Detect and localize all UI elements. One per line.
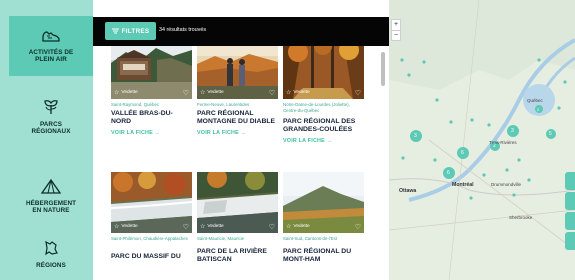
listing-card[interactable]: ☆ Vedette ♡ Saint-Sud, Cantons-de-l'Est P…	[283, 172, 364, 280]
hiking-shoe-icon	[42, 30, 60, 42]
tent-icon	[41, 178, 61, 194]
listing-photo: ☆ Vedette ♡	[111, 46, 192, 99]
favorite-heart-icon[interactable]: ♡	[269, 89, 275, 97]
featured-badge: ☆ Vedette	[200, 224, 224, 230]
featured-badge: ☆ Vedette	[286, 90, 310, 96]
map-label-ottawa: Ottawa	[399, 188, 417, 194]
sidebar-item-activites[interactable]: ACTIVITÉS DE PLEIN AIR	[9, 16, 93, 76]
sidebar-item-parcs[interactable]: PARCS RÉGIONAUX	[9, 84, 93, 148]
view-listing-link[interactable]: VOIR LA FICHE →	[111, 130, 160, 136]
listing-grid: ☆ Vedette ♡ Saint-Raymond, Québec VALLÉE …	[93, 46, 389, 280]
favorite-heart-icon[interactable]: ♡	[183, 89, 189, 97]
zoom-out-button[interactable]: −	[392, 31, 400, 41]
listing-photo: ☆ Vedette ♡	[197, 46, 278, 99]
view-listing-link[interactable]: VOIR LA FICHE →	[283, 138, 332, 144]
listing-location: Ferme-Neuve, Laurentides	[197, 102, 250, 107]
filters-label: FILTRES	[121, 27, 150, 35]
featured-label: Vedette	[293, 224, 310, 229]
featured-label: Vedette	[121, 224, 138, 229]
listing-title[interactable]: MONTAGNE DU DIABLE	[197, 118, 281, 126]
listing-location: Saint-Mauricie, Mauricie	[197, 236, 245, 241]
map-label-drummondville: Drummondville	[491, 182, 522, 187]
sidebar-item-label: RÉGIONAUX	[31, 128, 71, 135]
listing-title[interactable]: MONT-HAM	[283, 256, 367, 264]
favorite-heart-icon[interactable]: ♡	[183, 223, 189, 231]
featured-label: Vedette	[207, 90, 224, 95]
tree-leaf-icon	[44, 99, 58, 114]
results-scrollbar[interactable]	[381, 52, 385, 86]
listing-card[interactable]: ☆ Vedette ♡ Saint-Mauricie, Mauricie PARC…	[197, 172, 278, 280]
map-cluster-count[interactable]: 2	[537, 107, 539, 112]
zoom-in-button[interactable]: +	[392, 20, 400, 30]
listing-title[interactable]: NORD	[111, 118, 195, 126]
map-canvas	[389, 0, 575, 280]
map-label-montreal: Montréal	[452, 182, 474, 188]
listing-title[interactable]: PARC DE LA RIVIÈRE	[197, 248, 281, 256]
listing-title[interactable]: PARC RÉGIONAL DES	[283, 118, 367, 126]
category-sidebar: ACTIVITÉS DE PLEIN AIR PARCS RÉGIONAUX H…	[0, 0, 93, 280]
map-label-sherbrooke: Sherbrooke	[509, 215, 533, 220]
featured-badge: ☆ Vedette	[114, 90, 138, 96]
sidebar-item-label: RÉGIONS	[36, 262, 66, 269]
listing-title[interactable]: GRANDES-COULÉES	[283, 126, 367, 134]
map-side-tabs	[565, 172, 575, 252]
listing-location: Notre-Dame-de-Lourdes (Joliette), Centre…	[283, 102, 350, 113]
favorites-tab-button[interactable]	[565, 192, 575, 210]
map-cluster-count[interactable]: 6	[461, 150, 464, 156]
page-root: ACTIVITÉS DE PLEIN AIR PARCS RÉGIONAUX H…	[0, 0, 575, 280]
sidebar-item-label: HÉBERGEMENT	[25, 199, 77, 207]
favorite-heart-icon[interactable]: ♡	[355, 223, 361, 231]
listing-photo: ☆ Vedette ♡	[283, 172, 364, 233]
listing-photo: ☆ Vedette ♡	[197, 172, 278, 233]
cart-tab-button[interactable]	[565, 212, 575, 230]
filters-button[interactable]: FILTRES	[105, 22, 156, 40]
listing-card[interactable]: ☆ Vedette ♡ Saint-Raymond, Québec VALLÉE …	[111, 46, 192, 178]
map-cluster-count[interactable]: 3	[511, 128, 514, 134]
results-count: 34 résultats trouvés	[159, 27, 207, 33]
sidebar-item-label: PARCS	[39, 120, 63, 128]
phone-tab-button[interactable]	[565, 232, 575, 250]
region-map-icon	[45, 240, 58, 256]
listing-photo: ☆ Vedette ♡	[111, 172, 192, 233]
search-tab-button[interactable]	[565, 172, 575, 190]
listing-title[interactable]: BATISCAN	[197, 256, 281, 264]
featured-label: Vedette	[121, 90, 138, 95]
listing-title[interactable]: PARC RÉGIONAL DU	[283, 248, 367, 256]
sidebar-item-regions[interactable]: RÉGIONS	[9, 236, 93, 280]
listing-location: Saint-Sud, Cantons-de-l'Est	[283, 236, 338, 241]
featured-label: Vedette	[207, 224, 224, 229]
listing-card[interactable]: ☆ Vedette ♡ Saint-Philémon, Chaudière-App…	[111, 172, 192, 280]
sidebar-item-hebergement[interactable]: HÉBERGEMENT EN NATURE	[9, 164, 93, 228]
view-listing-link[interactable]: VOIR LA FICHE →	[197, 130, 246, 136]
listing-location: Saint-Raymond, Québec	[111, 102, 160, 107]
favorite-heart-icon[interactable]: ♡	[355, 89, 361, 97]
listing-location: Saint-Philémon, Chaudière-Appalaches	[111, 236, 188, 241]
sidebar-item-label: PLEIN AIR	[35, 56, 67, 63]
listing-card[interactable]: ☆ Vedette ♡ Ferme-Neuve, Laurentides PARC…	[197, 46, 278, 178]
map-cluster-count[interactable]: 3	[414, 133, 417, 139]
listing-title[interactable]: PARC RÉGIONAL	[197, 110, 281, 118]
results-map[interactable]: 3 6 2 6 3 5 2 Montréal Ottawa Québec She…	[389, 0, 575, 280]
featured-badge: ☆ Vedette	[114, 224, 138, 230]
sidebar-item-label: ACTIVITÉS DE	[28, 48, 74, 56]
map-label-quebec: Québec	[527, 98, 543, 103]
results-toolbar: FILTRES 34 résultats trouvés	[93, 0, 389, 46]
map-zoom-control[interactable]: + −	[391, 19, 401, 41]
listing-title[interactable]: VALLÉE BRAS-DU-	[111, 110, 195, 118]
listing-photo: ☆ Vedette ♡	[283, 46, 364, 99]
map-label-trois-rivieres: Trois-Rivières	[489, 140, 517, 145]
map-cluster-count[interactable]: 6	[447, 170, 450, 176]
featured-badge: ☆ Vedette	[200, 90, 224, 96]
listing-title[interactable]: PARC DU MASSIF DU	[111, 253, 195, 261]
featured-label: Vedette	[293, 90, 310, 95]
map-cluster-count[interactable]: 5	[549, 131, 552, 137]
sidebar-item-label: EN NATURE	[32, 207, 70, 214]
featured-badge: ☆ Vedette	[286, 224, 310, 230]
filter-icon	[111, 28, 119, 34]
favorite-heart-icon[interactable]: ♡	[269, 223, 275, 231]
